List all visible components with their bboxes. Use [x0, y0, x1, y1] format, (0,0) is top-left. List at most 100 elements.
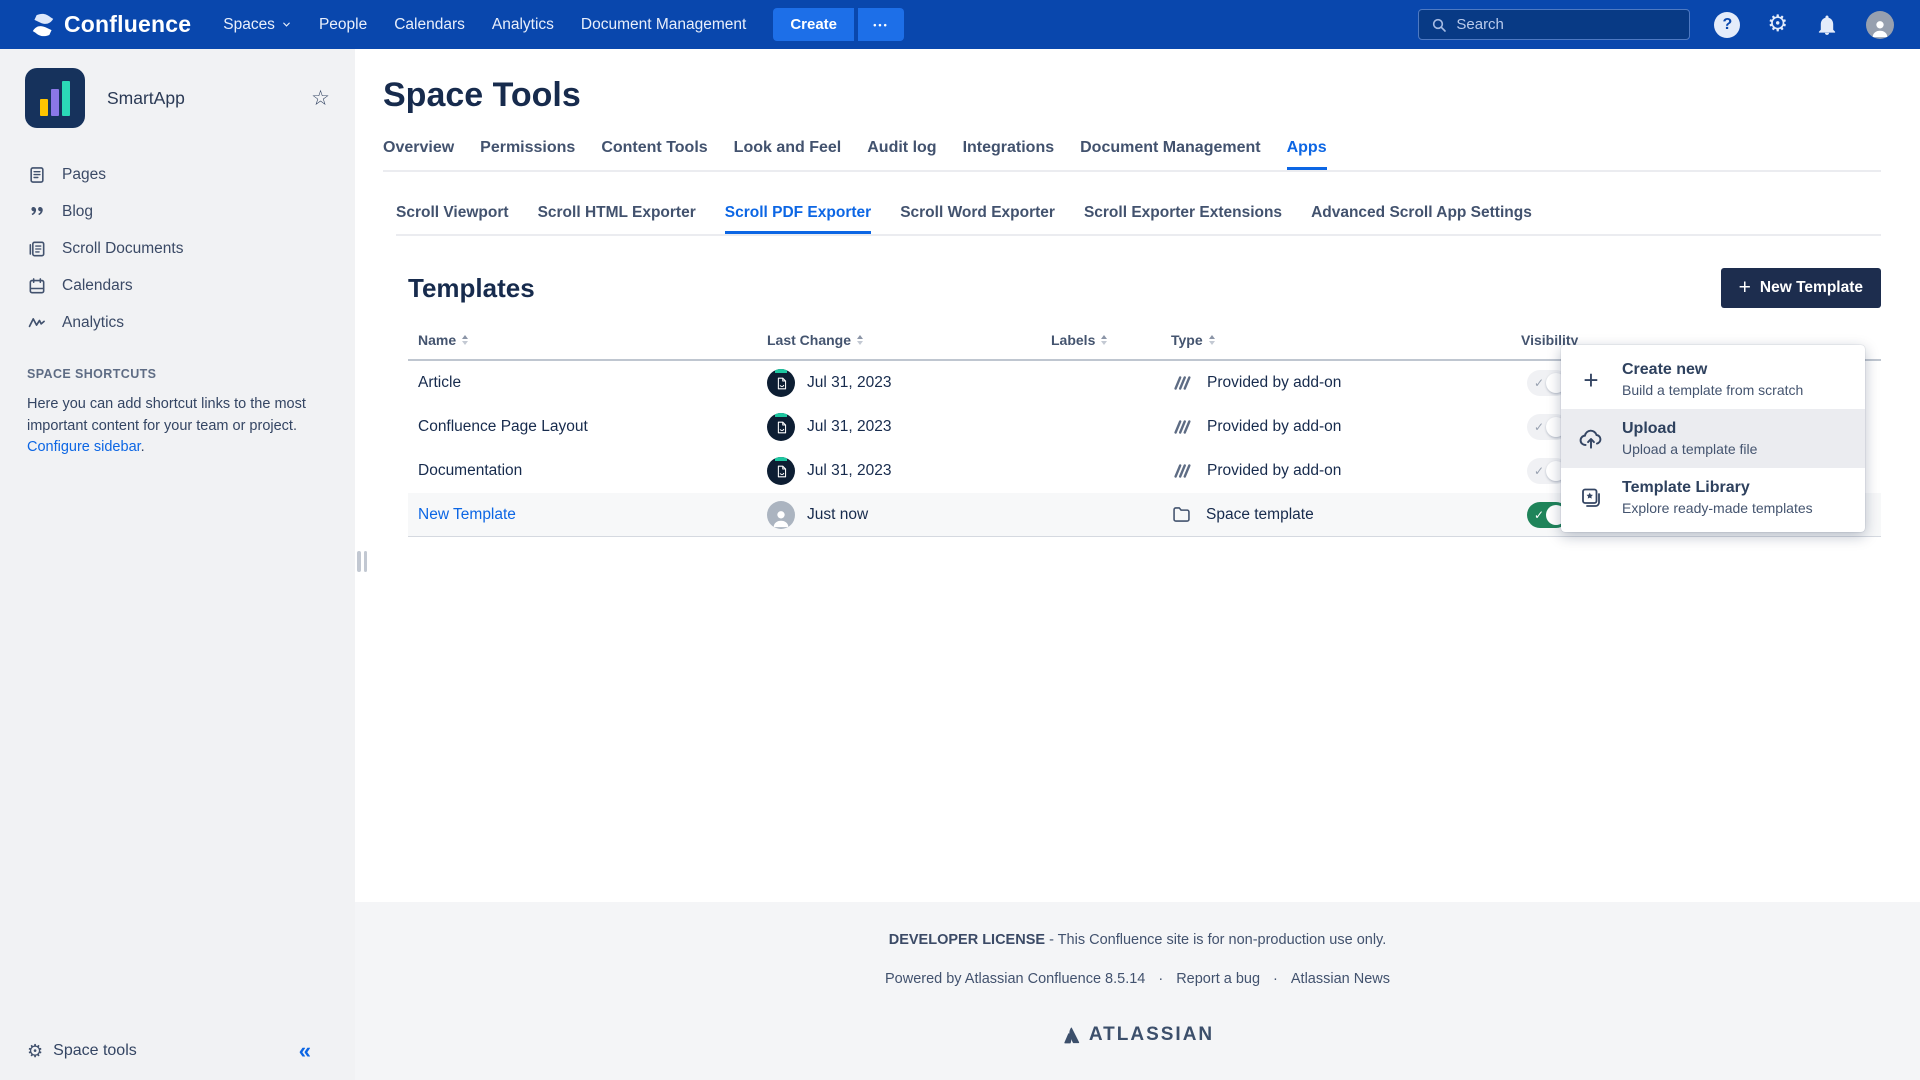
- quote-icon: [27, 202, 47, 222]
- addon-type-icon: [1171, 372, 1193, 394]
- space-tools-button[interactable]: Space tools: [53, 1042, 137, 1060]
- sidebar-resize-handle[interactable]: [357, 551, 367, 572]
- create-button-group: Create •••: [773, 8, 904, 41]
- configure-sidebar-link[interactable]: Configure sidebar: [27, 439, 141, 455]
- menu-item-upload[interactable]: Upload Upload a template file: [1561, 409, 1865, 468]
- nav-utilities: ? ⚙: [1714, 11, 1894, 39]
- sidebar-item-blog[interactable]: Blog: [0, 193, 355, 230]
- sidebar-item-analytics[interactable]: Analytics: [0, 304, 355, 341]
- space-tools-tabs: Overview Permissions Content Tools Look …: [383, 139, 1881, 172]
- last-change-cell: Jul 31, 2023: [757, 457, 1041, 485]
- settings-gear-icon[interactable]: ⚙: [1767, 13, 1788, 36]
- tab-overview[interactable]: Overview: [383, 139, 454, 170]
- confluence-mark-icon: [30, 12, 56, 38]
- sidebar-collapse-button[interactable]: «: [299, 1040, 311, 1062]
- type-cell: Provided by add-on: [1161, 372, 1511, 394]
- subtab-scroll-word-exporter[interactable]: Scroll Word Exporter: [900, 204, 1055, 234]
- template-name: Documentation: [408, 462, 757, 480]
- nav-item-document-management[interactable]: Document Management: [581, 16, 746, 34]
- tab-integrations[interactable]: Integrations: [963, 139, 1055, 170]
- sort-ascending-icon: [462, 335, 468, 346]
- confluence-app: Confluence Spaces People Calendars Analy…: [0, 0, 1920, 1080]
- sidebar-item-pages[interactable]: Pages: [0, 156, 355, 193]
- avatar-person-icon: [1866, 11, 1894, 39]
- sort-icon: [1209, 335, 1215, 346]
- notifications-bell-icon[interactable]: [1815, 13, 1839, 37]
- nav-item-people[interactable]: People: [319, 16, 367, 34]
- subtab-scroll-html-exporter[interactable]: Scroll HTML Exporter: [538, 204, 696, 234]
- tab-look-and-feel[interactable]: Look and Feel: [734, 139, 842, 170]
- last-change-cell: Just now: [757, 501, 1041, 529]
- tab-audit-log[interactable]: Audit log: [867, 139, 936, 170]
- space-shortcuts-title: SPACE SHORTCUTS: [27, 367, 355, 381]
- templates-heading: Templates: [408, 273, 535, 304]
- brand-name: Confluence: [64, 11, 191, 38]
- sidebar-footer: ⚙ Space tools «: [0, 1022, 355, 1080]
- space-logo[interactable]: [25, 68, 85, 128]
- menu-item-template-library[interactable]: Template Library Explore ready-made temp…: [1561, 468, 1865, 527]
- addon-type-icon: [1171, 460, 1193, 482]
- license-notice: DEVELOPER LICENSE - This Confluence site…: [889, 932, 1387, 948]
- sidebar-nav: Pages Blog Scroll Documents Calendars An…: [0, 156, 355, 341]
- user-avatar-icon: [767, 501, 795, 529]
- powered-by-text: Powered by Atlassian Confluence 8.5.14: [885, 971, 1145, 987]
- footer-links: Powered by Atlassian Confluence 8.5.14 ·…: [885, 971, 1390, 987]
- last-change-cell: Jul 31, 2023: [757, 369, 1041, 397]
- tab-apps[interactable]: Apps: [1287, 139, 1327, 170]
- nav-item-calendars[interactable]: Calendars: [394, 16, 465, 34]
- template-name-link: New Template: [408, 506, 757, 524]
- new-template-button[interactable]: + New Template: [1721, 268, 1881, 308]
- favorite-star-icon[interactable]: ☆: [311, 86, 330, 110]
- last-change-cell: Jul 31, 2023: [757, 413, 1041, 441]
- subtab-scroll-pdf-exporter[interactable]: Scroll PDF Exporter: [725, 204, 871, 234]
- space-header: SmartApp ☆: [0, 49, 355, 128]
- nav-menu: Spaces People Calendars Analytics Docume…: [223, 16, 746, 34]
- space-name[interactable]: SmartApp: [107, 88, 185, 109]
- create-button[interactable]: Create: [773, 8, 854, 41]
- new-template-dropdown-menu: + Create new Build a template from scrat…: [1561, 345, 1865, 532]
- create-more-button[interactable]: •••: [858, 8, 904, 41]
- tab-document-management[interactable]: Document Management: [1080, 139, 1260, 170]
- analytics-wave-icon: [27, 313, 47, 333]
- sidebar-item-calendars[interactable]: Calendars: [0, 267, 355, 304]
- logo-bar-teal: [62, 81, 70, 116]
- report-a-bug-link[interactable]: Report a bug: [1176, 971, 1260, 987]
- column-header-labels[interactable]: Labels: [1041, 332, 1161, 359]
- sidebar-item-scroll-documents[interactable]: Scroll Documents: [0, 230, 355, 267]
- chevron-down-icon: [281, 19, 292, 30]
- template-library-icon: [1577, 486, 1605, 510]
- search-input[interactable]: [1456, 16, 1679, 33]
- atlassian-news-link[interactable]: Atlassian News: [1291, 971, 1390, 987]
- column-header-type[interactable]: Type: [1161, 332, 1511, 359]
- apps-subtabs: Scroll Viewport Scroll HTML Exporter Scr…: [396, 172, 1881, 236]
- pdf-addon-avatar-icon: [767, 457, 795, 485]
- logo-bar-purple: [51, 89, 59, 116]
- logo-bar-yellow: [40, 99, 48, 116]
- page-footer: DEVELOPER LICENSE - This Confluence site…: [355, 902, 1920, 1080]
- subtab-scroll-exporter-extensions[interactable]: Scroll Exporter Extensions: [1084, 204, 1282, 234]
- tab-permissions[interactable]: Permissions: [480, 139, 575, 170]
- type-cell: Space template: [1161, 504, 1511, 525]
- search-box[interactable]: [1418, 9, 1690, 40]
- template-name: Article: [408, 374, 757, 392]
- column-header-name[interactable]: Name: [408, 332, 757, 359]
- space-sidebar: SmartApp ☆ Pages Blog Scroll Documents: [0, 49, 355, 1080]
- subtab-scroll-viewport[interactable]: Scroll Viewport: [396, 204, 509, 234]
- atlassian-logo-icon: [1061, 1025, 1082, 1046]
- subtab-advanced-scroll-app-settings[interactable]: Advanced Scroll App Settings: [1311, 204, 1532, 234]
- sort-icon: [857, 335, 863, 346]
- nav-item-spaces[interactable]: Spaces: [223, 16, 292, 34]
- nav-item-analytics[interactable]: Analytics: [492, 16, 554, 34]
- tab-content-tools[interactable]: Content Tools: [601, 139, 707, 170]
- main-content: Space Tools Overview Permissions Content…: [355, 49, 1920, 1080]
- confluence-logo[interactable]: Confluence: [30, 11, 191, 38]
- user-avatar[interactable]: [1866, 11, 1894, 39]
- column-header-last-change[interactable]: Last Change: [757, 332, 1041, 359]
- menu-item-create-new[interactable]: + Create new Build a template from scrat…: [1561, 350, 1865, 409]
- documents-icon: [27, 239, 47, 259]
- template-name: Confluence Page Layout: [408, 418, 757, 436]
- help-icon[interactable]: ?: [1714, 12, 1740, 38]
- pdf-addon-avatar-icon: [767, 369, 795, 397]
- new-template-link[interactable]: New Template: [418, 506, 516, 524]
- type-cell: Provided by add-on: [1161, 416, 1511, 438]
